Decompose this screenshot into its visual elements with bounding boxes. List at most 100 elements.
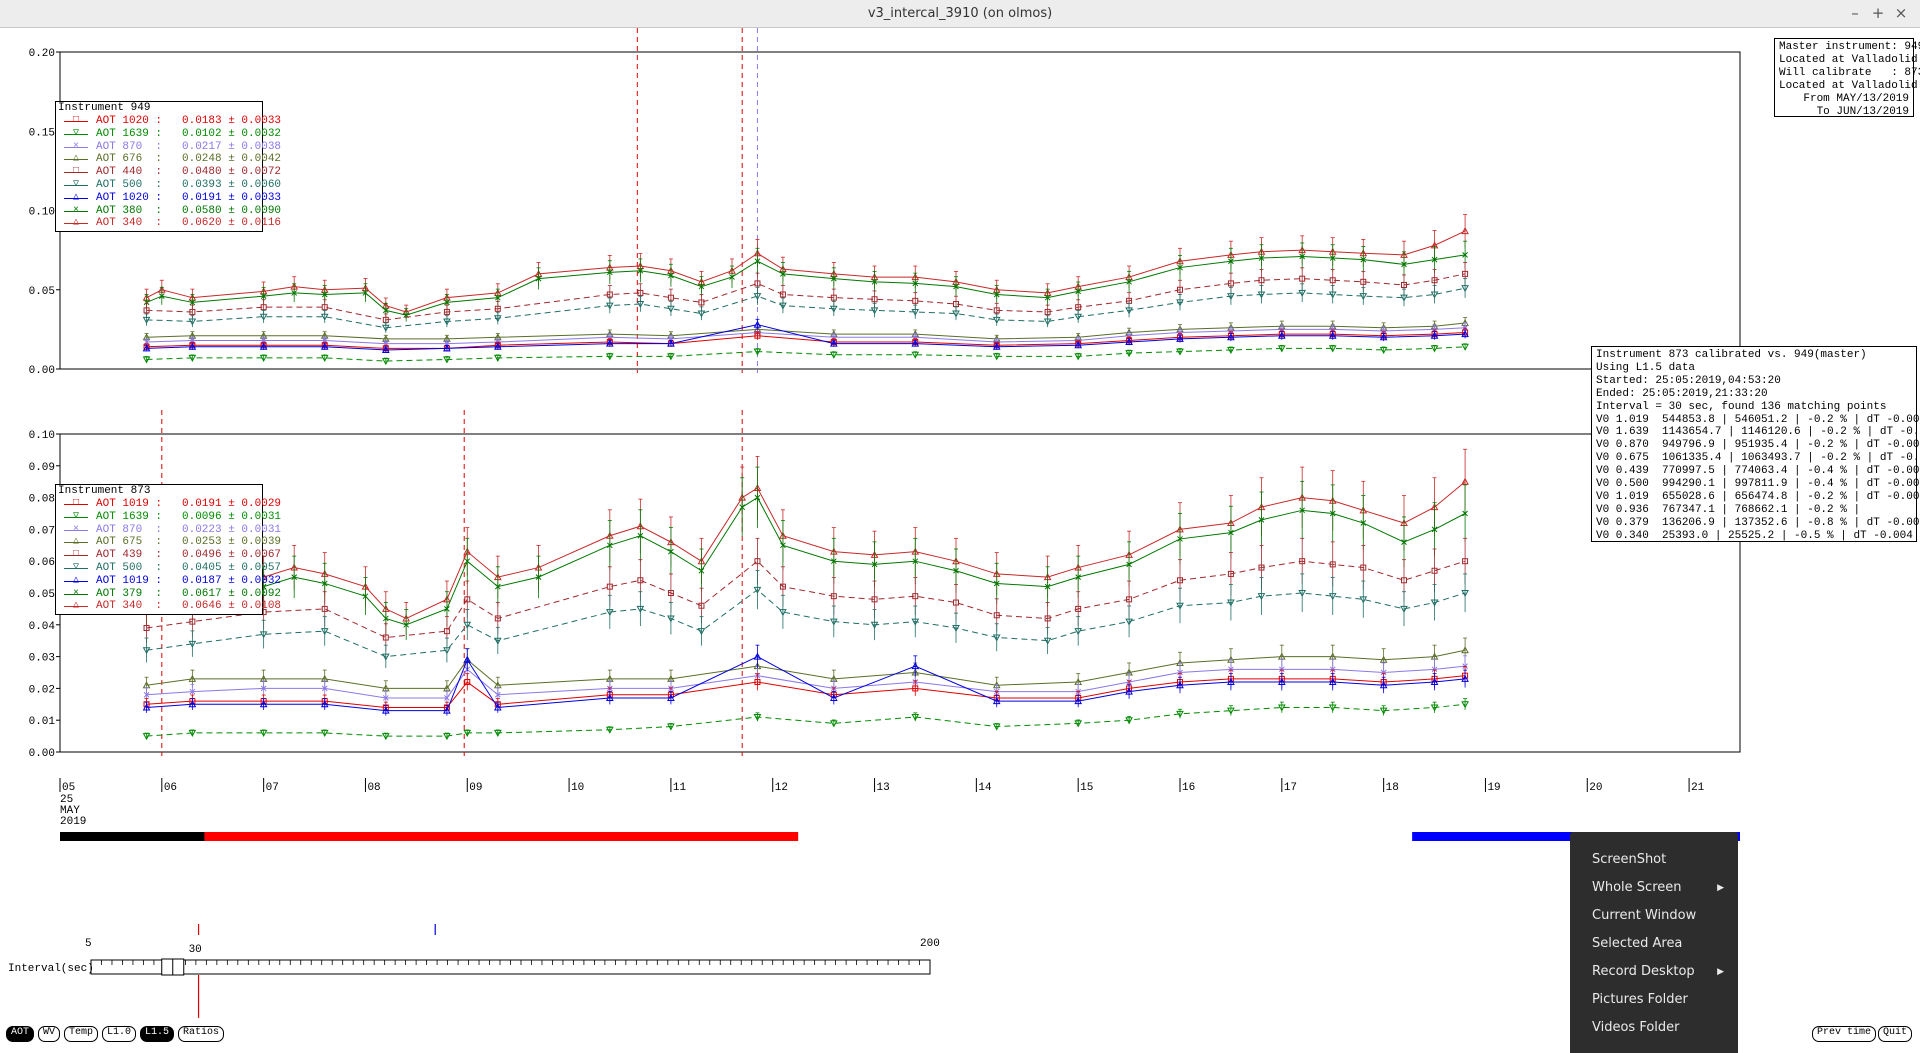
series-line [146, 560, 1466, 639]
info-line: V0 0.500 994290.1 | 997811.9 | -0.4 % | … [1596, 478, 1920, 491]
menu-item-whole-screen[interactable]: Whole Screen ▶ [1570, 874, 1738, 902]
info-line: Started: 25:05:2019,04:53:20 [1596, 374, 1781, 387]
legend-label: AOT 439 : [96, 549, 163, 562]
time-tick-label: 06 [164, 782, 177, 794]
series-aot-340 [142, 214, 1469, 319]
legend-value: 0.0248 ± 0.0042 [182, 153, 282, 166]
info-line: V0 1.019 655028.6 | 656474.8 | -0.2 % | … [1596, 490, 1920, 503]
y-tick-label: 0.05 [29, 589, 55, 601]
legend-marker-icon: △ [64, 217, 88, 230]
legend-label: AOT 870 : [96, 140, 163, 153]
time-tick-label: 15 [1080, 782, 1093, 794]
menu-item-record-desktop[interactable]: Record Desktop ▶ [1570, 958, 1738, 986]
time-tick-label: 17 [1284, 782, 1297, 794]
mode-button-aot[interactable]: AOT [6, 1026, 35, 1042]
legend-label: AOT 1639 : [96, 510, 163, 523]
interval-slider: 5 30 200 Interval(sec) [8, 924, 940, 1018]
legend-row: △ AOT 675 : 0.0253 ± 0.0039 [58, 536, 281, 549]
window-titlebar: v3_intercal_3910 (on olmos) – + × [0, 0, 1920, 28]
info-line: From MAY/13/2019 [1803, 92, 1909, 105]
legend-row: △ AOT 340 : 0.0646 ± 0.0108 [58, 600, 281, 613]
y-tick-label: 0.07 [29, 525, 55, 537]
y-tick-label: 0.02 [29, 684, 55, 696]
series-aot-1639 [142, 343, 1469, 366]
info-line: V0 0.340 25393.0 | 25525.2 | -0.5 % | dT… [1596, 529, 1913, 542]
menu-item-pictures-folder[interactable]: Pictures Folder [1570, 986, 1738, 1014]
time-tick-label: 13 [877, 782, 890, 794]
mode-button-wv[interactable]: WV [38, 1026, 61, 1042]
legend-marker-icon: □ [64, 166, 88, 179]
legend-value: 0.0183 ± 0.0033 [182, 115, 282, 127]
info-line: V0 1.639 1143654.7 | 1146120.6 | -0.2 % … [1596, 426, 1920, 439]
mode-button-l15[interactable]: L1.5 [140, 1026, 175, 1042]
submenu-arrow-icon: ▶ [1717, 883, 1724, 893]
legend-title: Instrument 873 [58, 485, 151, 497]
series-line [146, 589, 1466, 658]
legend-value: 0.0191 ± 0.0029 [182, 498, 282, 510]
legend-label: AOT 676 : [96, 153, 163, 166]
info-line: To JUN/13/2019 [1816, 105, 1909, 118]
y-tick-label: 0.03 [29, 653, 55, 665]
prev-time-button[interactable]: Prev time [1812, 1026, 1877, 1042]
y-tick-label: 0.15 [29, 127, 55, 139]
minimize-button[interactable]: – [1845, 4, 1865, 24]
mode-button-ratios[interactable]: Ratios [178, 1026, 225, 1042]
mode-button-temp[interactable]: Temp [64, 1026, 99, 1042]
maximize-button[interactable]: + [1868, 4, 1888, 24]
series-aot-340 [142, 448, 1469, 635]
legend-value: 0.0191 ± 0.0033 [182, 191, 282, 204]
legend-marker-icon: △ [64, 153, 88, 166]
menu-item-current-window[interactable]: Current Window [1570, 902, 1738, 930]
legend-label: AOT 340 : [96, 600, 163, 613]
legend-instrument-873: Instrument 873 □ AOT 1019 : 0.0191 ± 0.002… [55, 484, 281, 615]
legend-marker-icon: □ [64, 498, 88, 511]
status-bar-segment [204, 832, 799, 841]
menu-item-screenshot[interactable]: ScreenShot [1570, 846, 1738, 874]
legend-value: 0.0223 ± 0.0031 [182, 523, 282, 536]
legend-marker-icon: ▽ [64, 128, 88, 141]
y-tick-label: 0.00 [29, 748, 55, 760]
series-aot-500 [142, 569, 1469, 669]
status-bar-segment [60, 832, 205, 841]
y-tick-label: 0.20 [29, 48, 55, 60]
legend-marker-icon: × [64, 205, 88, 218]
legend-label: AOT 1019 : [96, 498, 163, 510]
y-tick-label: 0.10 [29, 207, 55, 219]
legend-row: □ AOT 440 : 0.0480 ± 0.0072 [58, 166, 281, 179]
legend-row: ▽ AOT 1639 : 0.0096 ± 0.0031 [58, 510, 281, 524]
y-tick-label: 0.06 [29, 557, 55, 569]
legend-label: AOT 1020 : [96, 115, 163, 127]
legend-marker-icon: ▽ [64, 562, 88, 575]
window-title: v3_intercal_3910 (on olmos) [867, 6, 1053, 21]
series-aot-870 [143, 655, 1468, 705]
legend-label: AOT 1019 : [96, 574, 163, 587]
time-tick-label: 18 [1386, 782, 1399, 794]
info-line: Located at Valladolid [1779, 53, 1918, 66]
time-axis: 05 06 07 08 09 10 11 12 13 14 15 16 17 18 19 20 2125MAY2… [59, 778, 1705, 828]
legend-marker-icon: △ [64, 575, 88, 588]
slider-label: Interval(sec) [8, 963, 94, 975]
info-line: Interval = 30 sec, found 136 matching po… [1596, 400, 1887, 413]
menu-item-selected-area[interactable]: Selected Area [1570, 930, 1738, 958]
master-instrument-box: Master instrument: 949 Located at Vallado… [1774, 38, 1920, 118]
time-tick-label: 20 [1589, 782, 1602, 794]
close-button[interactable]: × [1891, 4, 1911, 24]
mode-button-l10[interactable]: L1.0 [102, 1026, 137, 1042]
legend-marker-icon: × [64, 141, 88, 154]
slider-max-label: 200 [920, 938, 940, 950]
menu-item-label: ScreenShot [1592, 852, 1667, 867]
legend-value: 0.0096 ± 0.0031 [182, 510, 282, 523]
menu-item-videos-folder[interactable]: Videos Folder [1570, 1014, 1738, 1042]
series-aot-1019 [142, 644, 1469, 716]
legend-row: × AOT 379 : 0.0617 ± 0.0092 [58, 588, 281, 601]
legend-marker-icon: △ [64, 192, 88, 205]
legend-value: 0.0393 ± 0.0060 [182, 178, 282, 191]
series-aot-379 [143, 466, 1468, 641]
slider-mid-label: 30 [189, 944, 202, 956]
series-line [146, 481, 1466, 619]
info-line: Instrument 873 calibrated vs. 949(master… [1596, 349, 1867, 361]
legend-label: AOT 500 : [96, 561, 163, 574]
legend-value: 0.0480 ± 0.0072 [182, 166, 282, 179]
quit-button[interactable]: Quit [1878, 1026, 1913, 1042]
info-line: V0 0.675 1061335.4 | 1063493.7 | -0.2 % … [1596, 452, 1920, 465]
